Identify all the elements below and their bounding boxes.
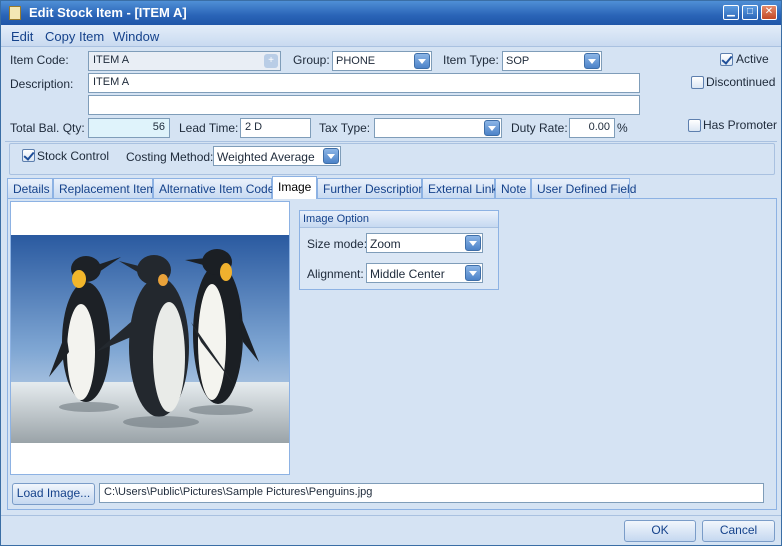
total-bal-qty-value: 56 [152, 121, 165, 133]
penguins-image [11, 202, 289, 474]
window-title: Edit Stock Item - [ITEM A] [29, 5, 187, 20]
tab-replacement-item[interactable]: Replacement Item [53, 178, 156, 199]
duty-rate-label: Duty Rate: [511, 121, 568, 135]
menu-edit[interactable]: Edit [11, 29, 33, 44]
item-type-value: SOP [506, 55, 530, 67]
description-field[interactable]: ITEM A [88, 73, 640, 93]
minimize-button[interactable]: ▁ [723, 5, 739, 20]
active-checkbox[interactable] [720, 53, 733, 66]
image-tab-panel: Image Option Size mode: Zoom Alignment: … [7, 198, 777, 510]
image-option-group: Image Option Size mode: Zoom Alignment: … [299, 210, 499, 290]
description-second-line-field[interactable] [88, 95, 640, 115]
costing-method-select[interactable]: Weighted Average [213, 146, 341, 166]
discontinued-checkbox[interactable] [691, 76, 704, 89]
chevron-down-icon[interactable] [484, 120, 500, 136]
image-preview [10, 201, 290, 475]
has-promoter-checkbox[interactable] [688, 119, 701, 132]
size-mode-select[interactable]: Zoom [366, 233, 483, 253]
item-code-lookup-button[interactable]: + [264, 54, 278, 68]
stock-control-checkbox[interactable] [22, 149, 35, 162]
tab-external-link[interactable]: External Link [422, 178, 497, 199]
item-type-select[interactable]: SOP [502, 51, 602, 71]
tax-type-label: Tax Type: [319, 121, 371, 135]
stock-control-label: Stock Control [37, 149, 110, 163]
costing-method-value: Weighted Average [217, 150, 315, 164]
group-label: Group: [293, 53, 330, 67]
image-path-value: C:\Users\Public\Pictures\Sample Pictures… [104, 486, 373, 498]
alignment-value: Middle Center [370, 267, 445, 281]
tab-strip: Details Replacement Item Alternative Ite… [7, 176, 777, 199]
document-icon [9, 6, 21, 20]
tab-user-defined-field[interactable]: User Defined Field [531, 178, 636, 199]
close-button[interactable]: ✕ [761, 5, 777, 20]
duty-rate-unit: % [617, 121, 628, 135]
cancel-button[interactable]: Cancel [702, 520, 775, 542]
stock-control-group [9, 143, 775, 175]
tab-image[interactable]: Image [272, 176, 317, 199]
size-mode-label: Size mode: [307, 237, 368, 251]
load-image-button[interactable]: Load Image... [12, 483, 95, 505]
lead-time-value: 2 D [245, 121, 263, 133]
costing-method-label: Costing Method: [126, 150, 214, 164]
tab-details[interactable]: Details [7, 178, 53, 199]
tab-alternative-item-code[interactable]: Alternative Item Code [153, 178, 274, 199]
dialog-footer: OK Cancel [1, 515, 781, 545]
menu-window[interactable]: Window [113, 29, 159, 44]
duty-rate-value: 0.00 [588, 121, 610, 133]
alignment-label: Alignment: [307, 267, 364, 281]
duty-rate-field[interactable]: 0.00 [569, 118, 615, 138]
edit-stock-item-window: Edit Stock Item - [ITEM A] ▁ □ ✕ Edit Co… [0, 0, 782, 546]
discontinued-label: Discontinued [706, 75, 776, 89]
lead-time-label: Lead Time: [179, 121, 239, 135]
group-select[interactable]: PHONE [332, 51, 432, 71]
description-value: ITEM A [93, 76, 130, 88]
description-label: Description: [10, 77, 74, 91]
maximize-icon: □ [746, 6, 754, 17]
item-type-label: Item Type: [443, 53, 499, 67]
item-code-value: ITEM A [93, 54, 130, 66]
total-bal-qty-field: 56 [88, 118, 170, 138]
close-icon: ✕ [764, 6, 774, 17]
lead-time-field[interactable]: 2 D [240, 118, 311, 138]
image-path-field[interactable]: C:\Users\Public\Pictures\Sample Pictures… [99, 483, 764, 503]
menu-bar: Edit Copy Item Window [1, 25, 781, 47]
chevron-down-icon[interactable] [465, 235, 481, 251]
tax-type-select[interactable] [374, 118, 502, 138]
chevron-down-icon[interactable] [414, 53, 430, 69]
title-bar: Edit Stock Item - [ITEM A] ▁ □ ✕ [1, 1, 781, 25]
divider [5, 141, 777, 142]
chevron-down-icon[interactable] [584, 53, 600, 69]
alignment-select[interactable]: Middle Center [366, 263, 483, 283]
tab-further-description[interactable]: Further Description [317, 178, 425, 199]
has-promoter-label: Has Promoter [703, 118, 778, 132]
plus-icon: + [268, 55, 274, 66]
group-value: PHONE [336, 55, 376, 67]
image-option-title: Image Option [300, 211, 498, 228]
maximize-button[interactable]: □ [742, 5, 758, 20]
item-code-label: Item Code: [10, 53, 69, 67]
total-bal-qty-label: Total Bal. Qty: [10, 121, 85, 135]
menu-copy-item[interactable]: Copy Item [45, 29, 104, 44]
chevron-down-icon[interactable] [323, 148, 339, 164]
active-label: Active [736, 52, 769, 66]
chevron-down-icon[interactable] [465, 265, 481, 281]
ok-button[interactable]: OK [624, 520, 696, 542]
item-code-field[interactable]: ITEM A [88, 51, 281, 71]
size-mode-value: Zoom [370, 237, 401, 251]
tab-note[interactable]: Note [495, 178, 531, 199]
minimize-icon: ▁ [727, 6, 735, 17]
